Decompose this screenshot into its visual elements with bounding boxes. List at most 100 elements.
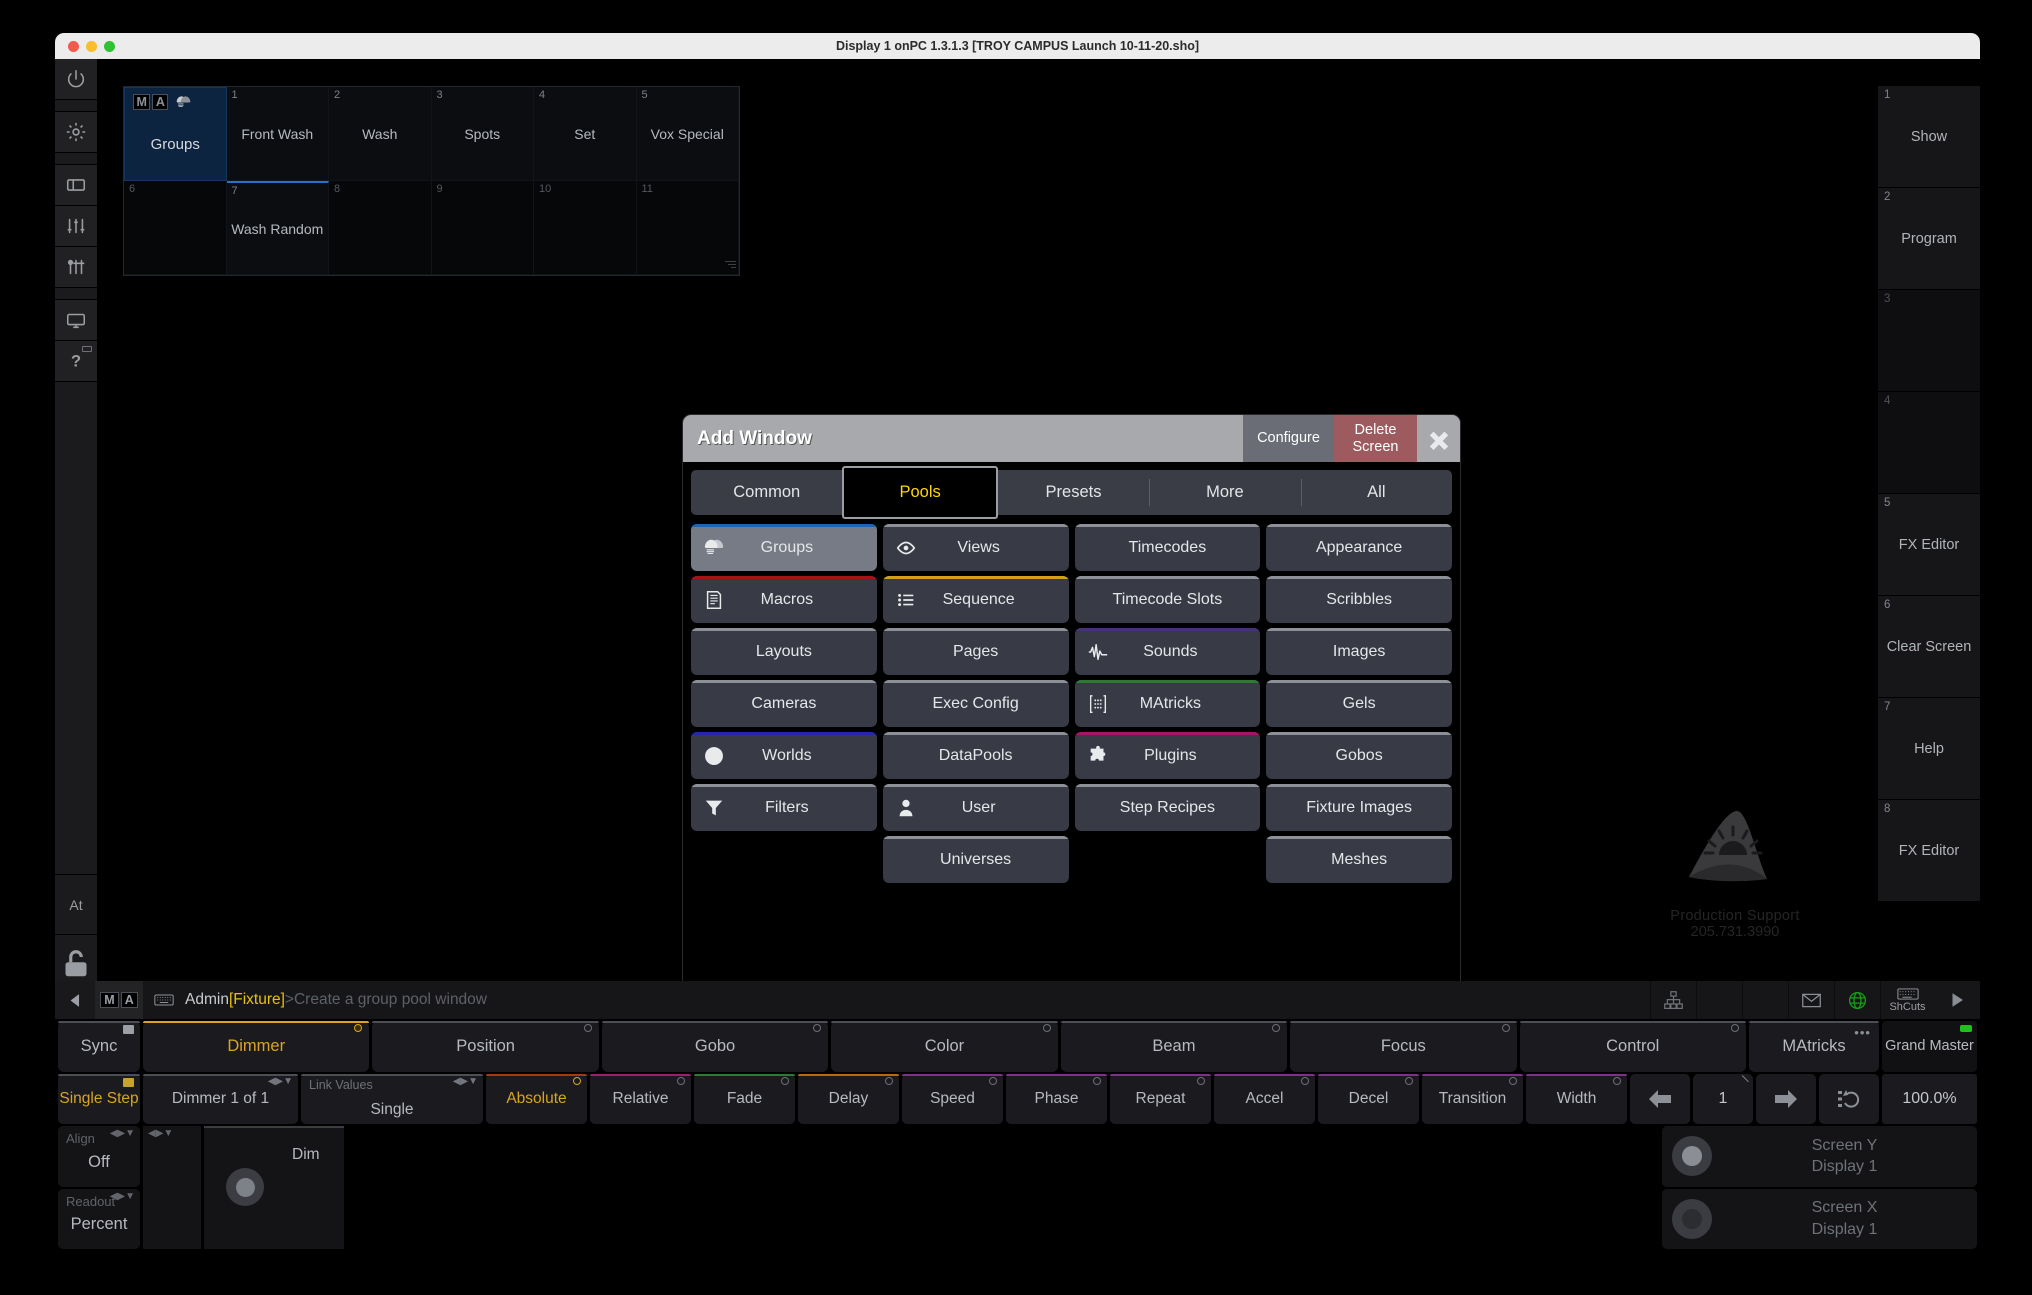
pool-button-macros[interactable]: Macros <box>691 576 877 623</box>
dim-encoder[interactable]: Dim <box>204 1126 344 1249</box>
pool-button-exec-config[interactable]: Exec Config <box>882 680 1069 727</box>
display-icon[interactable] <box>55 300 97 341</box>
group-cell-6[interactable]: 6 <box>124 181 227 275</box>
page-number[interactable]: 1 <box>1693 1074 1753 1124</box>
feature-color[interactable]: Color <box>831 1021 1058 1072</box>
pool-button-universes[interactable]: Universes <box>882 836 1069 883</box>
attr-relative[interactable]: Relative <box>590 1074 691 1124</box>
group-cell-4[interactable]: 4 Set <box>534 87 637 181</box>
tab-presets[interactable]: Presets <box>998 470 1149 515</box>
encoder-knob[interactable] <box>226 1168 264 1206</box>
pool-button-plugins[interactable]: Plugins <box>1074 732 1261 779</box>
matricks-button[interactable]: ••• MAtricks <box>1748 1021 1879 1072</box>
encoder-knob[interactable] <box>1672 1136 1712 1177</box>
pool-button-scribbles[interactable]: Scribbles <box>1266 576 1452 623</box>
executor-4[interactable]: 4 <box>1878 392 1980 494</box>
sync-button[interactable]: Sync <box>58 1021 140 1072</box>
attr-fade[interactable]: Fade <box>694 1074 795 1124</box>
help-icon[interactable]: ? <box>55 341 97 382</box>
screen-x-encoder[interactable]: Screen X Display 1 <box>1662 1188 1977 1249</box>
prev-page-button[interactable] <box>1630 1074 1690 1124</box>
executor-6[interactable]: 6 Clear Screen <box>1878 596 1980 698</box>
stepper-arrows-icon[interactable]: ◀▶▼ <box>148 1128 173 1139</box>
pool-button-appearance[interactable]: Appearance <box>1266 524 1452 571</box>
gear-icon[interactable] <box>55 112 97 153</box>
pool-button-user[interactable]: User <box>882 784 1069 831</box>
pool-button-cameras[interactable]: Cameras <box>691 680 877 727</box>
grand-master-value[interactable]: 100.0% <box>1882 1074 1977 1124</box>
link-values-button[interactable]: ◀▶▼ Link Values Single <box>301 1074 483 1124</box>
tab-common[interactable]: Common <box>691 470 842 515</box>
feature-gobo[interactable]: Gobo <box>601 1021 829 1072</box>
executor-8[interactable]: 8 FX Editor <box>1878 800 1980 902</box>
feature-control[interactable]: Control <box>1519 1021 1746 1072</box>
grand-master-button[interactable]: Grand Master <box>1881 1021 1977 1072</box>
tab-pools[interactable]: Pools <box>842 466 998 519</box>
pool-button-timecodes[interactable]: Timecodes <box>1074 524 1261 571</box>
feature-focus[interactable]: Focus <box>1290 1021 1517 1072</box>
group-cell-3[interactable]: 3 Spots <box>431 87 534 181</box>
window-icon[interactable] <box>55 165 97 206</box>
feature-position[interactable]: Position <box>372 1021 599 1072</box>
play-icon[interactable] <box>1934 981 1980 1019</box>
pool-button-gels[interactable]: Gels <box>1266 680 1452 727</box>
configure-button[interactable]: Configure <box>1243 415 1334 462</box>
pool-button-meshes[interactable]: Meshes <box>1266 836 1452 883</box>
attr-absolute[interactable]: Absolute <box>486 1074 587 1124</box>
group-cell-5[interactable]: 5 Vox Special <box>636 87 739 181</box>
executor-1[interactable]: 1 Show <box>1878 86 1980 188</box>
align-selector[interactable]: ◀▶▼ Align Off <box>58 1126 140 1187</box>
attr-delay[interactable]: Delay <box>798 1074 899 1124</box>
pool-button-datapools[interactable]: DataPools <box>882 732 1069 779</box>
feature-beam[interactable]: Beam <box>1060 1021 1288 1072</box>
reset-encoder-button[interactable] <box>1819 1074 1879 1124</box>
pool-button-matricks[interactable]: MAtricks <box>1074 680 1261 727</box>
close-icon[interactable] <box>1417 415 1460 462</box>
groups-pool-window[interactable]: MA Groups 1 Front Wash 2 Wash 3 Spots 4 … <box>123 86 740 276</box>
tab-more[interactable]: More <box>1149 470 1300 515</box>
pool-button-timecode-slots[interactable]: Timecode Slots <box>1074 576 1261 623</box>
screen-y-encoder[interactable]: Screen Y Display 1 <box>1662 1126 1977 1187</box>
keyboard-icon[interactable] <box>143 993 185 1007</box>
add-window-dialog[interactable]: Add Window Configure Delete Screen Commo… <box>682 414 1461 992</box>
globe-icon[interactable] <box>1834 981 1880 1019</box>
group-cell-1[interactable]: 1 Front Wash <box>226 87 329 181</box>
group-cell-7[interactable]: 7 Wash Random <box>226 181 329 275</box>
pool-button-step-recipes[interactable]: Step Recipes <box>1074 784 1261 831</box>
feature-dimmer[interactable]: Dimmer <box>143 1021 370 1072</box>
attr-accel[interactable]: Accel <box>1214 1074 1315 1124</box>
pool-button-sequence[interactable]: Sequence <box>882 576 1069 623</box>
command-line-text[interactable]: Admin[Fixture]>Create a group pool windo… <box>185 991 1650 1009</box>
group-cell-10[interactable]: 10 <box>534 181 637 275</box>
encoder-knob[interactable] <box>1672 1198 1712 1239</box>
pool-button-pages[interactable]: Pages <box>882 628 1069 675</box>
readout-selector[interactable]: ◀▶▼ Readout Percent <box>58 1188 140 1249</box>
at-button[interactable]: At <box>55 875 97 935</box>
pool-button-sounds[interactable]: Sounds <box>1074 628 1261 675</box>
tab-all[interactable]: All <box>1300 470 1452 515</box>
group-cell-9[interactable]: 9 <box>431 181 534 275</box>
attr-width[interactable]: Width <box>1526 1074 1627 1124</box>
attr-phase[interactable]: Phase <box>1006 1074 1107 1124</box>
pool-button-worlds[interactable]: Worlds <box>691 732 877 779</box>
mail-icon[interactable] <box>1788 981 1834 1019</box>
pool-button-gobos[interactable]: Gobos <box>1266 732 1452 779</box>
attr-decel[interactable]: Decel <box>1318 1074 1419 1124</box>
resize-grip[interactable] <box>725 261 736 272</box>
pool-button-fixture-images[interactable]: Fixture Images <box>1266 784 1452 831</box>
pool-button-filters[interactable]: Filters <box>691 784 877 831</box>
pool-button-groups[interactable]: Groups <box>691 524 877 571</box>
single-step-button[interactable]: Single Step <box>58 1074 140 1124</box>
faders-icon[interactable] <box>55 206 97 247</box>
attr-transition[interactable]: Transition <box>1422 1074 1523 1124</box>
power-icon[interactable] <box>55 59 97 100</box>
pool-button-images[interactable]: Images <box>1266 628 1452 675</box>
back-button[interactable] <box>55 981 95 1019</box>
pool-button-layouts[interactable]: Layouts <box>691 628 877 675</box>
group-cell-2[interactable]: 2 Wash <box>329 87 432 181</box>
pool-header-groups[interactable]: MA Groups <box>124 87 227 181</box>
stepper-arrows-icon[interactable]: ◀▶▼ <box>268 1076 293 1087</box>
executor-2[interactable]: 2 Program <box>1878 188 1980 290</box>
executor-3[interactable]: 3 <box>1878 290 1980 392</box>
executor-5[interactable]: 5 FX Editor <box>1878 494 1980 596</box>
